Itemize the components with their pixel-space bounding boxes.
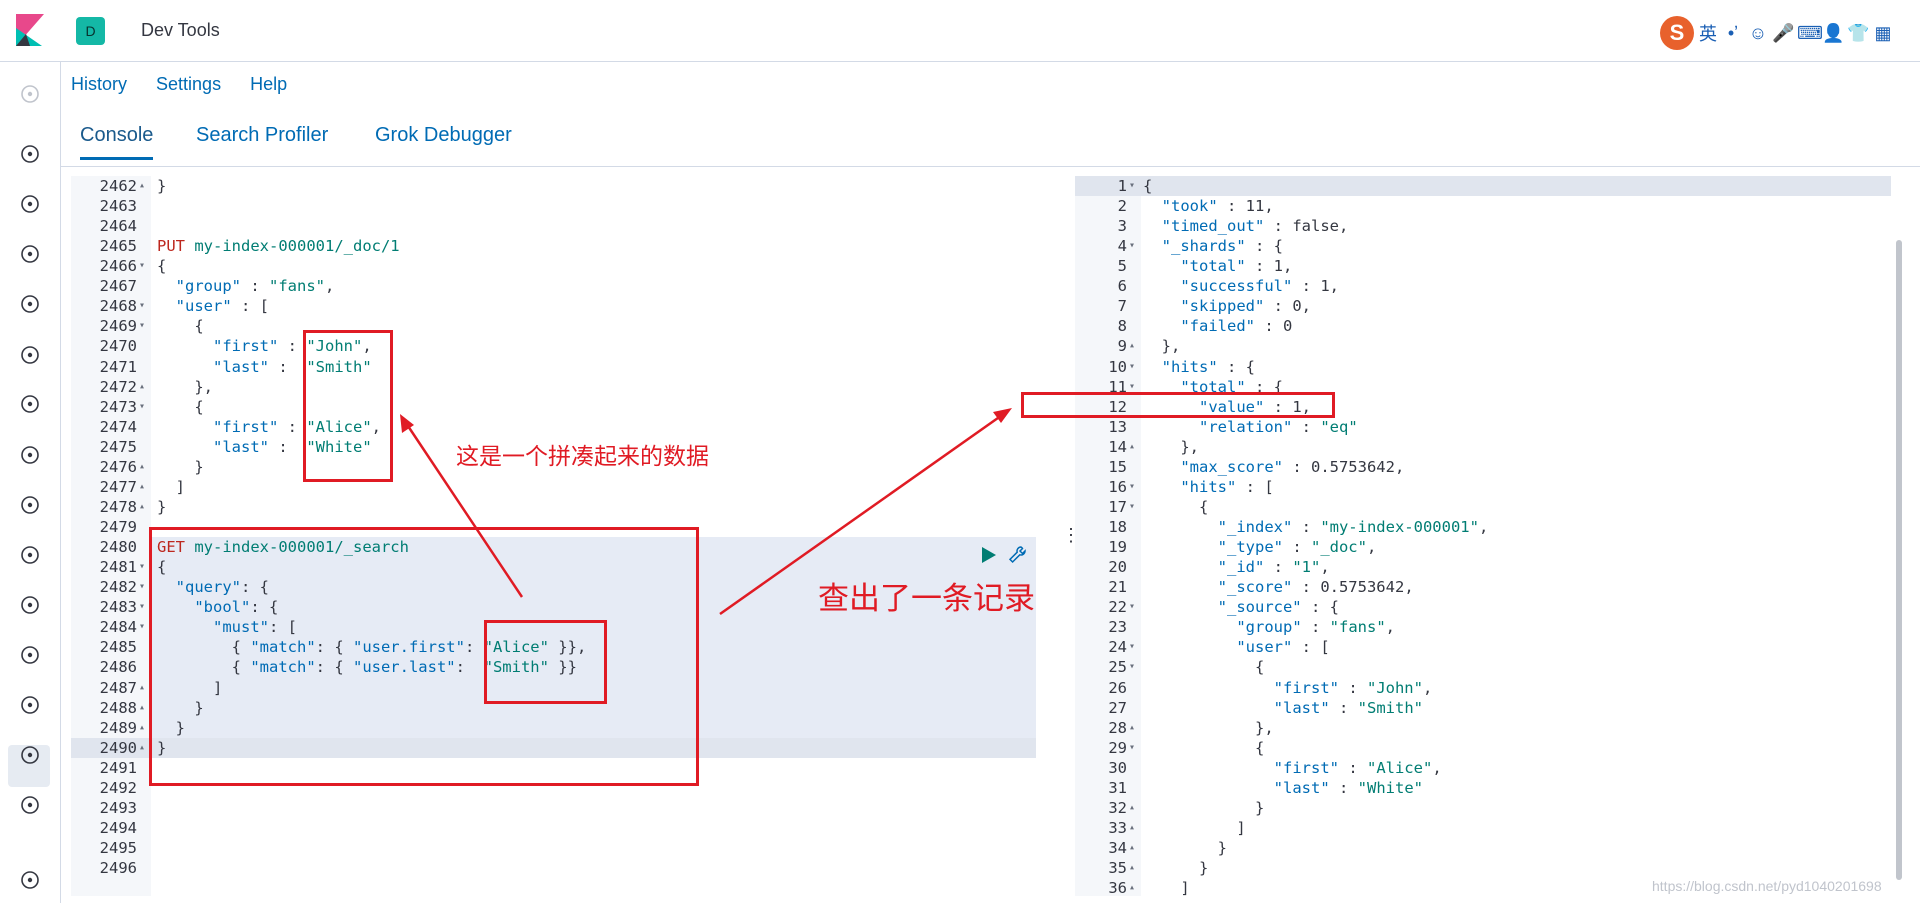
annotation-assembled-data: 这是一个拼凑起来的数据 bbox=[456, 444, 709, 470]
annotation-one-record: 查出了一条记录 bbox=[818, 581, 1035, 617]
watermark: https://blog.csdn.net/pyd1040201698 bbox=[1652, 878, 1882, 894]
annotation-arrows bbox=[400, 408, 1012, 616]
